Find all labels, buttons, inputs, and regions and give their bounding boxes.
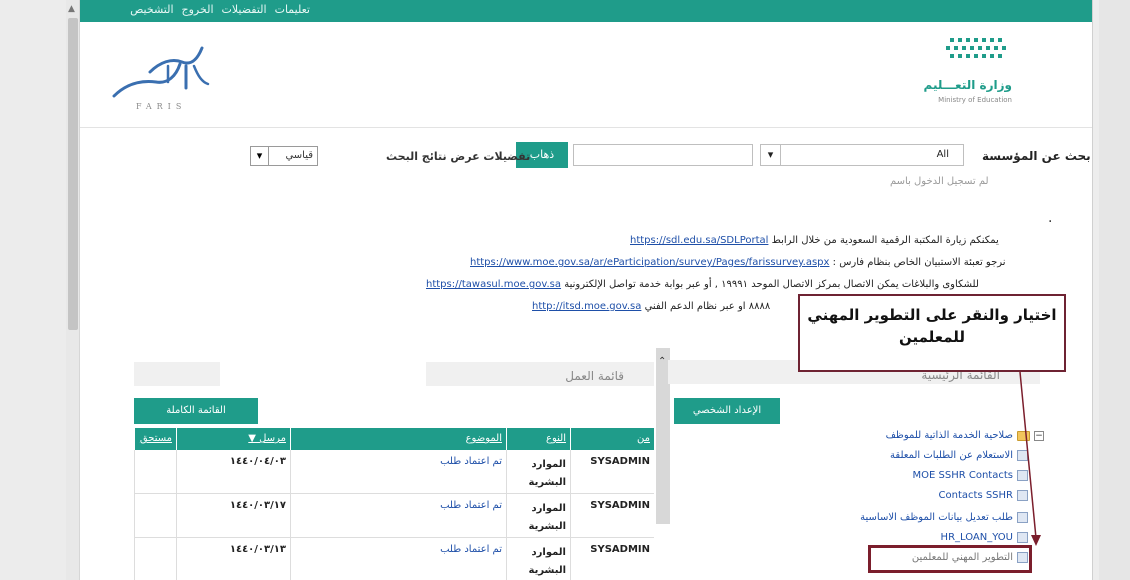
- cell-sent: ١٤٤٠/٠٤/٠٣: [176, 450, 290, 494]
- announcement-text: للشكاوى والبلاغات يمكن الاتصال بمركز الا…: [564, 279, 979, 290]
- announcement-line: نرجو تعبئة الاستبيان الخاص بنظام فارس : …: [470, 257, 1006, 268]
- cell-subject-link[interactable]: تم اعتماد طلب: [290, 450, 506, 494]
- display-preferences-label: تفضيلات عرض نتائج البحث: [386, 150, 531, 163]
- page-icon: [1017, 470, 1028, 481]
- menu-item-label[interactable]: الاستعلام عن الطلبات المعلقة: [890, 450, 1013, 461]
- worklist-title: قائمة العمل: [565, 369, 624, 383]
- instruction-callout: اختيار والنقر على التطوير المهني للمعلمي…: [798, 294, 1066, 372]
- cell-subject-link[interactable]: تم اعتماد طلب: [290, 494, 506, 538]
- menu-item-label[interactable]: HR_LOAN_YOU: [941, 532, 1013, 543]
- preferences-link[interactable]: التفضيلات: [222, 3, 267, 16]
- institution-select[interactable]: All ▾: [760, 144, 964, 166]
- cell-from: SYSADMIN: [570, 494, 654, 538]
- faris-page: تعليمات التفضيلات الخروج التشخيص FARIS و…: [80, 0, 1092, 580]
- page-icon: [1017, 490, 1028, 501]
- announcement-text: يمكنكم زيارة المكتبة الرقمية السعودية من…: [771, 235, 999, 246]
- diagnostics-link[interactable]: التشخيص: [130, 3, 173, 16]
- left-scrollbar[interactable]: ▲: [66, 0, 80, 580]
- right-margin: [1092, 0, 1130, 580]
- menu-item-label[interactable]: Contacts SSHR: [939, 490, 1013, 501]
- menu-item-label[interactable]: طلب تعديل بيانات الموظف الاساسية: [860, 512, 1013, 523]
- announcement-text: ٨٨٨٨ او عبر نظام الدعم الفني: [644, 301, 771, 312]
- column-subject[interactable]: الموضوع: [290, 428, 506, 450]
- faris-logo-word: FARIS: [136, 102, 187, 111]
- cell-from: SYSADMIN: [570, 450, 654, 494]
- cell-type: الموارد البشرية: [506, 450, 570, 494]
- worklist-table-header: من النوع الموضوع مرسل ▼ مستحق: [134, 428, 654, 450]
- search-bar: بحث عن المؤسسة All ▾ ذهاب تفضيلات عرض نت…: [80, 128, 1092, 188]
- scroll-up-arrow-icon[interactable]: ⌃: [658, 356, 666, 367]
- table-row: SYSADMIN الموارد البشرية تم اعتماد طلب ١…: [134, 450, 654, 494]
- chevron-down-icon[interactable]: ▾: [761, 145, 781, 165]
- full-list-button[interactable]: القائمة الكاملة: [134, 398, 258, 424]
- chevron-down-icon[interactable]: ▾: [251, 147, 269, 165]
- announcement-line: يمكنكم زيارة المكتبة الرقمية السعودية من…: [630, 235, 999, 246]
- itsd-link[interactable]: http://itsd.moe.gov.sa: [532, 301, 641, 312]
- menu-item-label[interactable]: MOE SSHR Contacts: [913, 470, 1013, 481]
- survey-link[interactable]: https://www.moe.gov.sa/ar/eParticipation…: [470, 257, 829, 268]
- cell-due: [134, 538, 176, 580]
- display-preferences-value: قياسي: [285, 150, 313, 161]
- institution-select-value: All: [936, 149, 949, 160]
- column-type[interactable]: النوع: [506, 428, 570, 450]
- folder-icon: [1017, 430, 1030, 441]
- cell-sent: ١٤٤٠/٠٣/١٣: [176, 538, 290, 580]
- menu-item-hr-loan[interactable]: HR_LOAN_YOU: [941, 532, 1028, 543]
- help-link[interactable]: تعليمات: [275, 3, 310, 16]
- tree-root[interactable]: − صلاحية الخدمة الذاتية للموظف: [886, 430, 1044, 441]
- top-nav-bar: تعليمات التفضيلات الخروج التشخيص: [80, 0, 1092, 22]
- cell-due: [134, 494, 176, 538]
- cell-type: الموارد البشرية: [506, 494, 570, 538]
- column-due[interactable]: مستحق: [134, 428, 176, 450]
- institution-search-label: بحث عن المؤسسة: [982, 149, 1091, 163]
- ministry-name-ar: وزارة التعـــليم: [923, 78, 1012, 92]
- table-row: SYSADMIN الموارد البشرية تم اعتماد طلب ١…: [134, 494, 654, 538]
- tree-root-label[interactable]: صلاحية الخدمة الذاتية للموظف: [886, 430, 1013, 441]
- page-header: FARIS وزارة التعـــليم Ministry of Educa…: [80, 22, 1092, 128]
- announcement-text: نرجو تعبئة الاستبيان الخاص بنظام فارس :: [832, 257, 1006, 268]
- highlight-box: [868, 545, 1032, 573]
- faris-logo: FARIS: [106, 36, 216, 116]
- ministry-name-en: Ministry of Education: [938, 96, 1012, 104]
- top-nav-links: تعليمات التفضيلات الخروج التشخيص: [130, 3, 310, 16]
- search-input[interactable]: [573, 144, 753, 166]
- menu-item-moe-sshr-contacts[interactable]: MOE SSHR Contacts: [913, 470, 1028, 481]
- table-row: SYSADMIN الموارد البشرية تم اعتماد طلب ١…: [134, 538, 654, 580]
- bullet: .: [1048, 210, 1053, 226]
- page-icon: [1017, 532, 1028, 543]
- menu-item-pending-requests[interactable]: الاستعلام عن الطلبات المعلقة: [890, 450, 1028, 461]
- sdl-link[interactable]: https://sdl.edu.sa/SDLPortal: [630, 235, 768, 246]
- menu-item-edit-employee-data[interactable]: طلب تعديل بيانات الموظف الاساسية: [860, 512, 1028, 523]
- personal-settings-button[interactable]: الإعداد الشخصي: [674, 398, 780, 424]
- scrollbar-thumb[interactable]: [68, 18, 78, 330]
- cell-sent: ١٤٤٠/٠٣/١٧: [176, 494, 290, 538]
- cell-subject-link[interactable]: تم اعتماد طلب: [290, 538, 506, 580]
- announcement-line: للشكاوى والبلاغات يمكن الاتصال بمركز الا…: [426, 279, 979, 290]
- browser-frame: ▲ تعليمات التفضيلات الخروج التشخيص FARIS…: [0, 0, 1130, 580]
- page-icon: [1017, 512, 1028, 523]
- ministry-logo: وزارة التعـــليم Ministry of Education: [908, 34, 1018, 114]
- display-preferences-select[interactable]: قياسي ▾: [250, 146, 318, 166]
- column-from[interactable]: من: [570, 428, 654, 450]
- column-sent[interactable]: مرسل ▼: [176, 428, 290, 450]
- login-status-text: لم تسجيل الدخول باسم: [890, 176, 989, 187]
- page-icon: [1017, 450, 1028, 461]
- callout-line-1: اختيار والنقر على التطوير المهني: [807, 306, 1057, 324]
- logout-link[interactable]: الخروج: [182, 3, 214, 16]
- worklist-panel: قائمة العمل القائمة الكاملة من النوع الم…: [134, 362, 654, 580]
- worklist-header-left: [134, 362, 220, 386]
- callout-line-2: للمعلمين: [898, 328, 966, 346]
- menu-item-sshr-contacts[interactable]: Contacts SSHR: [939, 490, 1028, 501]
- cell-type: الموارد البشرية: [506, 538, 570, 580]
- tawasul-link[interactable]: https://tawasul.moe.gov.sa: [426, 279, 561, 290]
- collapse-icon[interactable]: −: [1034, 430, 1044, 441]
- announcement-line: ٨٨٨٨ او عبر نظام الدعم الفني http://itsd…: [532, 301, 770, 312]
- worklist-header: قائمة العمل: [426, 362, 654, 386]
- cell-due: [134, 450, 176, 494]
- cell-from: SYSADMIN: [570, 538, 654, 580]
